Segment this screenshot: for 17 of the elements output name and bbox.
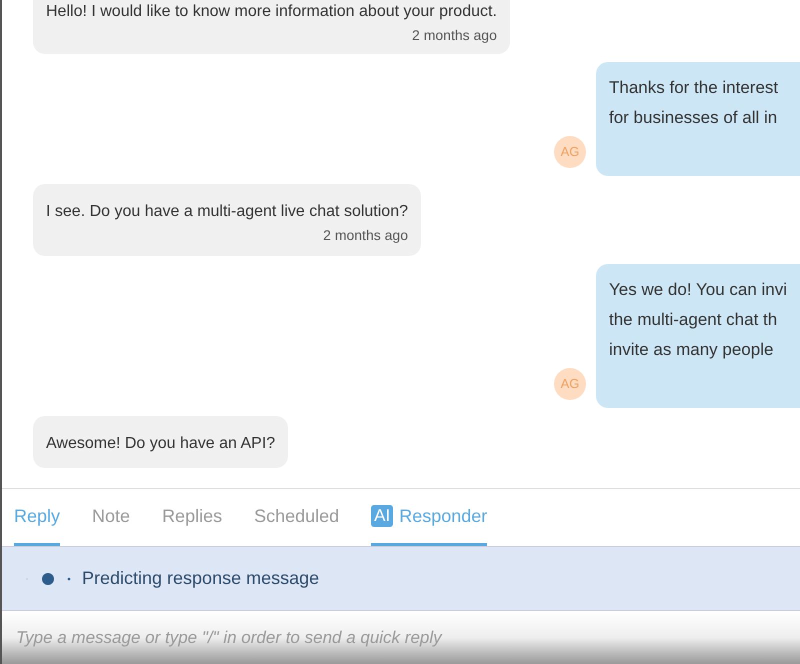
message-text: I see. Do you have a multi-agent live chat solution? [46, 202, 408, 222]
message-text: Awesome! Do you have an API? [46, 434, 276, 454]
message-text: Hello! I would like to know more information about your product. [46, 2, 497, 22]
message-text: Yes we do! You can invi [609, 279, 788, 301]
message-text: Thanks for the interest [609, 77, 780, 99]
tab[interactable]: Scheduled [254, 489, 340, 546]
loading-dots-icon [24, 572, 72, 586]
message-text: for businesses of all in [609, 107, 778, 129]
tab[interactable]: Replies [162, 489, 222, 546]
message-time: 2 months ago [323, 226, 408, 244]
status-text: Predicting response message [82, 567, 320, 590]
tab[interactable]: Note [92, 489, 130, 546]
message-text: invite as many people [609, 339, 774, 361]
message-text: the multi-agent chat th [609, 309, 778, 331]
avatar: AG [554, 136, 586, 168]
message-time: 2 months ago [412, 26, 497, 44]
avatar: AG [554, 368, 586, 400]
